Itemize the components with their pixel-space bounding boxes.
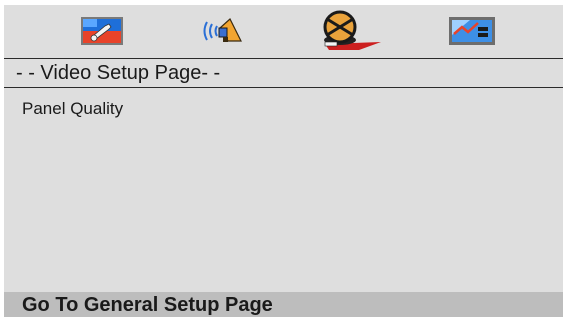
page-title-bar: - - Video Setup Page- - <box>4 58 563 88</box>
setup-tab-bar <box>4 5 563 55</box>
tab-audio-setup[interactable] <box>186 10 258 52</box>
general-setup-icon <box>81 17 123 45</box>
footer-hint: Go To General Setup Page <box>22 294 273 316</box>
footer-hint-bar: Go To General Setup Page <box>4 292 563 317</box>
page-title: - - Video Setup Page- - <box>16 62 221 84</box>
video-setup-icon <box>323 10 381 50</box>
tab-preference-setup[interactable] <box>436 10 508 52</box>
menu-list: Panel Quality <box>4 89 563 292</box>
preference-setup-icon <box>449 17 495 45</box>
tab-general-setup[interactable] <box>66 10 138 52</box>
audio-setup-icon <box>203 18 242 42</box>
menu-item-panel-quality[interactable]: Panel Quality <box>22 99 123 119</box>
setup-screen: - - Video Setup Page- - Panel Quality Go… <box>4 5 563 317</box>
tab-video-setup[interactable] <box>314 10 386 52</box>
